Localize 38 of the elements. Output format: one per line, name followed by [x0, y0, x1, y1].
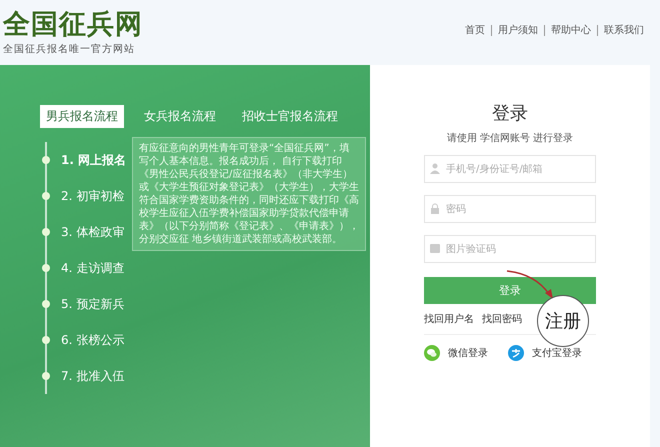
nav-link[interactable]: 用户须知 — [491, 25, 544, 36]
step-label[interactable]: 1. 网上报名 — [61, 152, 126, 168]
step-dot — [42, 372, 50, 380]
lock-icon — [430, 203, 440, 214]
step-dot — [42, 264, 50, 272]
step-dot — [42, 300, 50, 308]
recover-link[interactable]: 找回用户名 — [424, 312, 474, 326]
step-dot — [42, 336, 50, 344]
recover-link[interactable]: 找回密码 — [482, 312, 522, 326]
step-dot — [42, 156, 50, 164]
site-slogan: 全国征兵报名唯一官方网站 — [3, 42, 136, 56]
step-label[interactable]: 4. 走访调查 — [61, 260, 124, 276]
process-tab[interactable]: 招收士官报名流程 — [236, 105, 344, 128]
nav-link[interactable]: 联系我们 — [597, 25, 650, 36]
nav-link[interactable]: 帮助中心 — [544, 25, 597, 36]
image-icon — [430, 243, 440, 254]
social-login-link[interactable]: 微信登录 — [448, 346, 488, 360]
input-field[interactable]: 图片验证码 — [424, 235, 596, 263]
step-label[interactable]: 7. 批准入伍 — [61, 368, 124, 384]
social-login-link[interactable]: 支付宝登录 — [532, 346, 582, 360]
step-dot — [42, 192, 50, 200]
step-label[interactable]: 6. 张榜公示 — [61, 332, 124, 348]
step-dot — [42, 228, 50, 236]
payment-icon — [508, 345, 524, 361]
login-subtitle: 请使用 学信网账号 进行登录 — [446, 132, 574, 145]
input-field[interactable]: 手机号/身份证号/邮箱 — [424, 155, 596, 183]
user-icon — [430, 163, 440, 174]
process-tab[interactable]: 男兵报名流程 — [40, 105, 124, 128]
login-title: 登录 — [492, 102, 528, 125]
step-label[interactable]: 5. 预定新兵 — [61, 296, 124, 312]
step-label[interactable]: 2. 初审初检 — [61, 188, 124, 204]
chat-bubbles-icon — [424, 345, 440, 361]
process-tab[interactable]: 女兵报名流程 — [138, 105, 222, 128]
input-field[interactable]: 密码 — [424, 195, 596, 223]
step-label[interactable]: 3. 体检政审 — [61, 224, 124, 240]
nav-link[interactable]: 首页 — [459, 25, 491, 36]
site-logo[interactable]: 全国征兵网 — [3, 10, 143, 40]
step-tooltip: 有应征意向的男性青年可登录“全国征兵网”，填写个人基本信息。报名成功后， 自行下载打印《男性公民兵役登记/应征报名表》（非大学生）或《大学生预征对象登记表》（大学生），大学生符合国家学费资助条件的，同时还应下载打印《高校学生应征入伍学费补偿国家助学贷款代偿申请表》（以下分别简称《登记表》、《申请表》），分别交应征 地乡镇街道武装部或高校武装部。 — [132, 137, 366, 251]
